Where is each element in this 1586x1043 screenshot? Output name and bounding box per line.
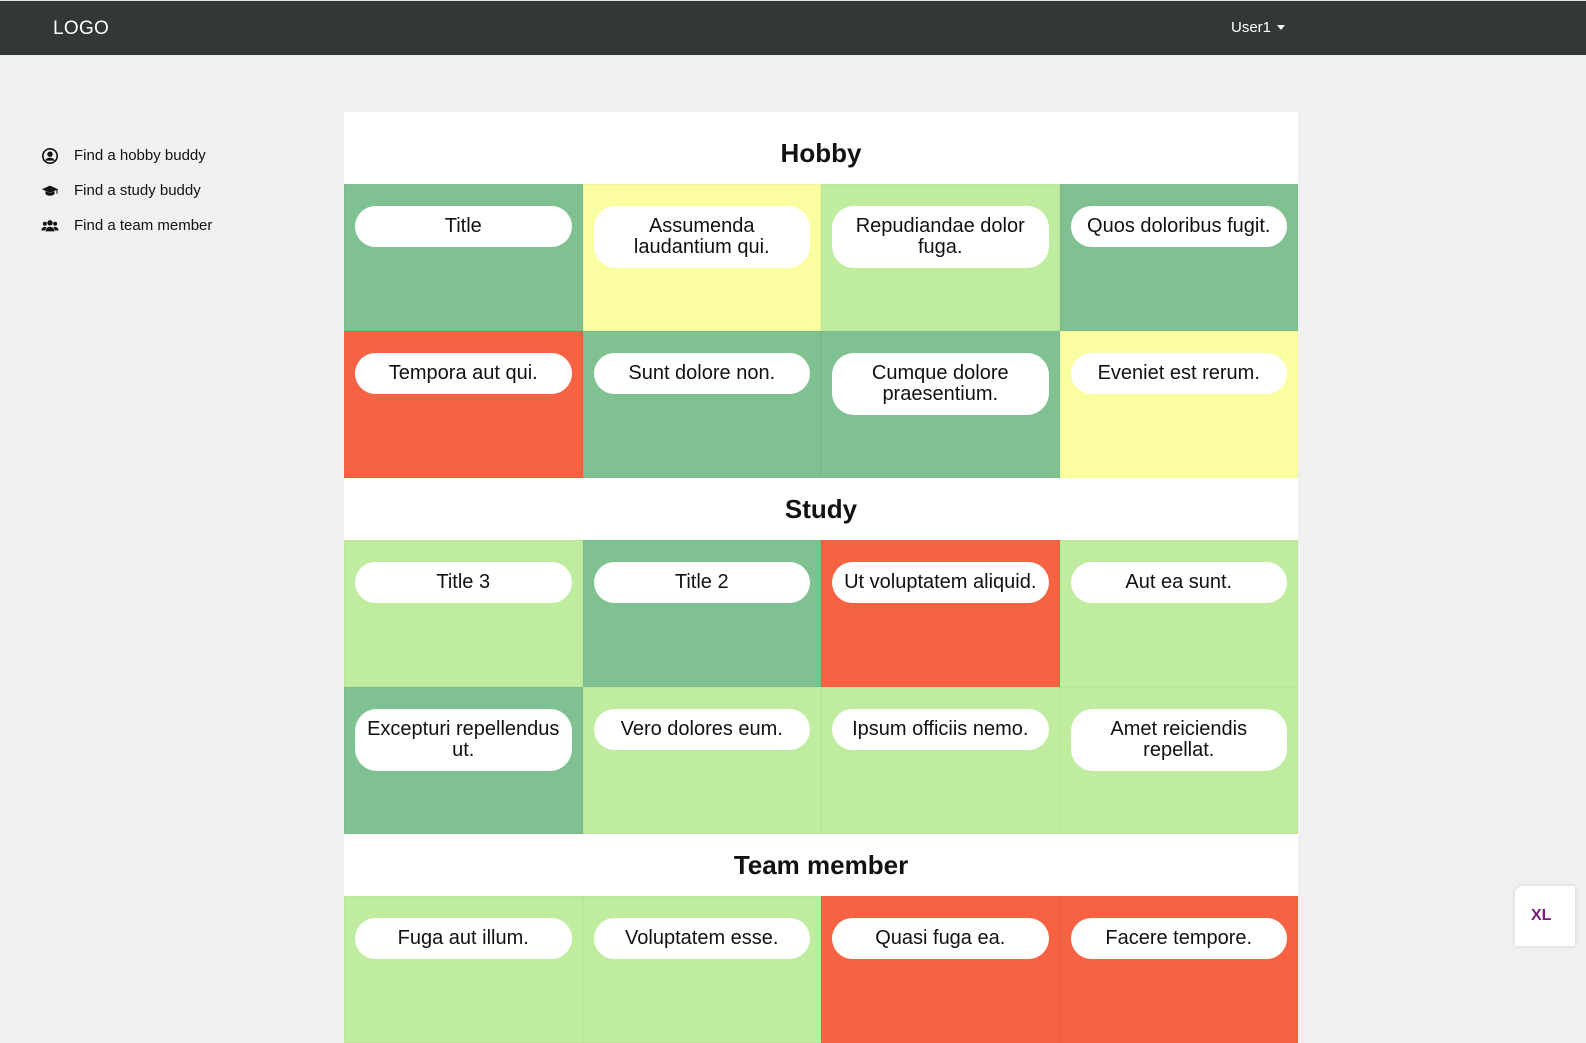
- sidebar-item-label: Find a team member: [74, 217, 213, 234]
- tile-card[interactable]: Quasi fuga ea.: [821, 896, 1060, 1043]
- tile-card[interactable]: Voluptatem esse.: [582, 896, 821, 1043]
- sidebar-item-study[interactable]: Find a study buddy: [40, 173, 212, 208]
- section-title-hobby: Hobby: [780, 138, 862, 168]
- sidebar-item-team[interactable]: Find a team member: [40, 208, 212, 243]
- tile-card[interactable]: Title: [344, 184, 583, 331]
- tile-card[interactable]: Title 2: [582, 540, 821, 687]
- tile-card[interactable]: Fuga aut illum.: [344, 896, 583, 1043]
- tile-card[interactable]: Excepturi repellendus ut.: [344, 687, 583, 834]
- section-title-study: Study: [784, 494, 858, 524]
- caret-down-icon[interactable]: [1277, 25, 1286, 30]
- tile-card[interactable]: Vero dolores eum.: [582, 687, 821, 834]
- tile-card[interactable]: Facere tempore.: [1059, 896, 1298, 1043]
- tile-title: Tempora aut qui.: [355, 353, 572, 394]
- tile-title: Quos doloribus fugit.: [1070, 206, 1287, 247]
- tile-title: Facere tempore.: [1070, 918, 1287, 959]
- users-icon: [40, 216, 60, 236]
- user-circle-icon: [40, 146, 60, 166]
- tile-title: Assumenda laudantium qui.: [593, 206, 810, 268]
- tile-card[interactable]: Ipsum officiis nemo.: [821, 687, 1060, 834]
- tile-title: Repudiandae dolor fuga.: [832, 206, 1049, 268]
- tile-title: Excepturi repellendus ut.: [355, 709, 572, 771]
- sidebar-item-label: Find a study buddy: [74, 182, 201, 199]
- logo[interactable]: LOGO: [53, 18, 109, 40]
- tile-title: Title 3: [355, 562, 572, 603]
- sidebar-item-hobby[interactable]: Find a hobby buddy: [40, 138, 212, 173]
- tile-card[interactable]: Eveniet est rerum.: [1059, 331, 1298, 478]
- tile-card[interactable]: Cumque dolore praesentium.: [821, 331, 1060, 478]
- tile-card[interactable]: Tempora aut qui.: [344, 331, 583, 478]
- tile-title: Title: [355, 206, 572, 247]
- graduation-cap-icon: [40, 181, 60, 201]
- tile-title: Sunt dolore non.: [593, 353, 810, 394]
- tile-grid-team: Fuga aut illum. Voluptatem esse. Quasi fug…: [344, 896, 1298, 1043]
- tile-title: Fuga aut illum.: [355, 918, 572, 959]
- tile-card[interactable]: Assumenda laudantium qui.: [582, 184, 821, 331]
- tile-card[interactable]: Repudiandae dolor fuga.: [821, 184, 1060, 331]
- tile-title: Quasi fuga ea.: [832, 918, 1049, 959]
- sidebar: Find a hobby buddy Find a study buddy Fi…: [40, 138, 212, 243]
- user-menu[interactable]: User1: [1231, 19, 1286, 36]
- tile-card[interactable]: Ut voluptatem aliquid.: [821, 540, 1060, 687]
- tile-title: Voluptatem esse.: [593, 918, 810, 959]
- tile-card[interactable]: Title 3: [344, 540, 583, 687]
- main-content: Hobby Title Assumenda laudantium qui. Repu…: [344, 112, 1298, 1043]
- section-title-team: Team member: [733, 850, 909, 880]
- tile-title: Amet reiciendis repellat.: [1070, 709, 1287, 771]
- tile-card[interactable]: Amet reiciendis repellat.: [1059, 687, 1298, 834]
- tile-title: Cumque dolore praesentium.: [832, 353, 1049, 415]
- tile-grid-hobby: Title Assumenda laudantium qui. Repudianda…: [344, 184, 1298, 478]
- user-name[interactable]: User1: [1231, 19, 1271, 36]
- tile-title: Ipsum officiis nemo.: [832, 709, 1049, 750]
- tile-title: Title 2: [593, 562, 810, 603]
- sidebar-item-label: Find a hobby buddy: [74, 147, 206, 164]
- tile-card[interactable]: Sunt dolore non.: [582, 331, 821, 478]
- top-navbar: LOGO User1: [0, 0, 1586, 55]
- tile-grid-study: Title 3 Title 2 Ut voluptatem aliquid. Aut …: [344, 540, 1298, 834]
- tile-card[interactable]: Aut ea sunt.: [1059, 540, 1298, 687]
- breakpoint-badge: XL: [1515, 886, 1575, 946]
- tile-title: Aut ea sunt.: [1070, 562, 1287, 603]
- tile-title: Eveniet est rerum.: [1070, 353, 1287, 394]
- tile-card[interactable]: Quos doloribus fugit.: [1059, 184, 1298, 331]
- tile-title: Vero dolores eum.: [593, 709, 810, 750]
- tile-title: Ut voluptatem aliquid.: [832, 562, 1049, 603]
